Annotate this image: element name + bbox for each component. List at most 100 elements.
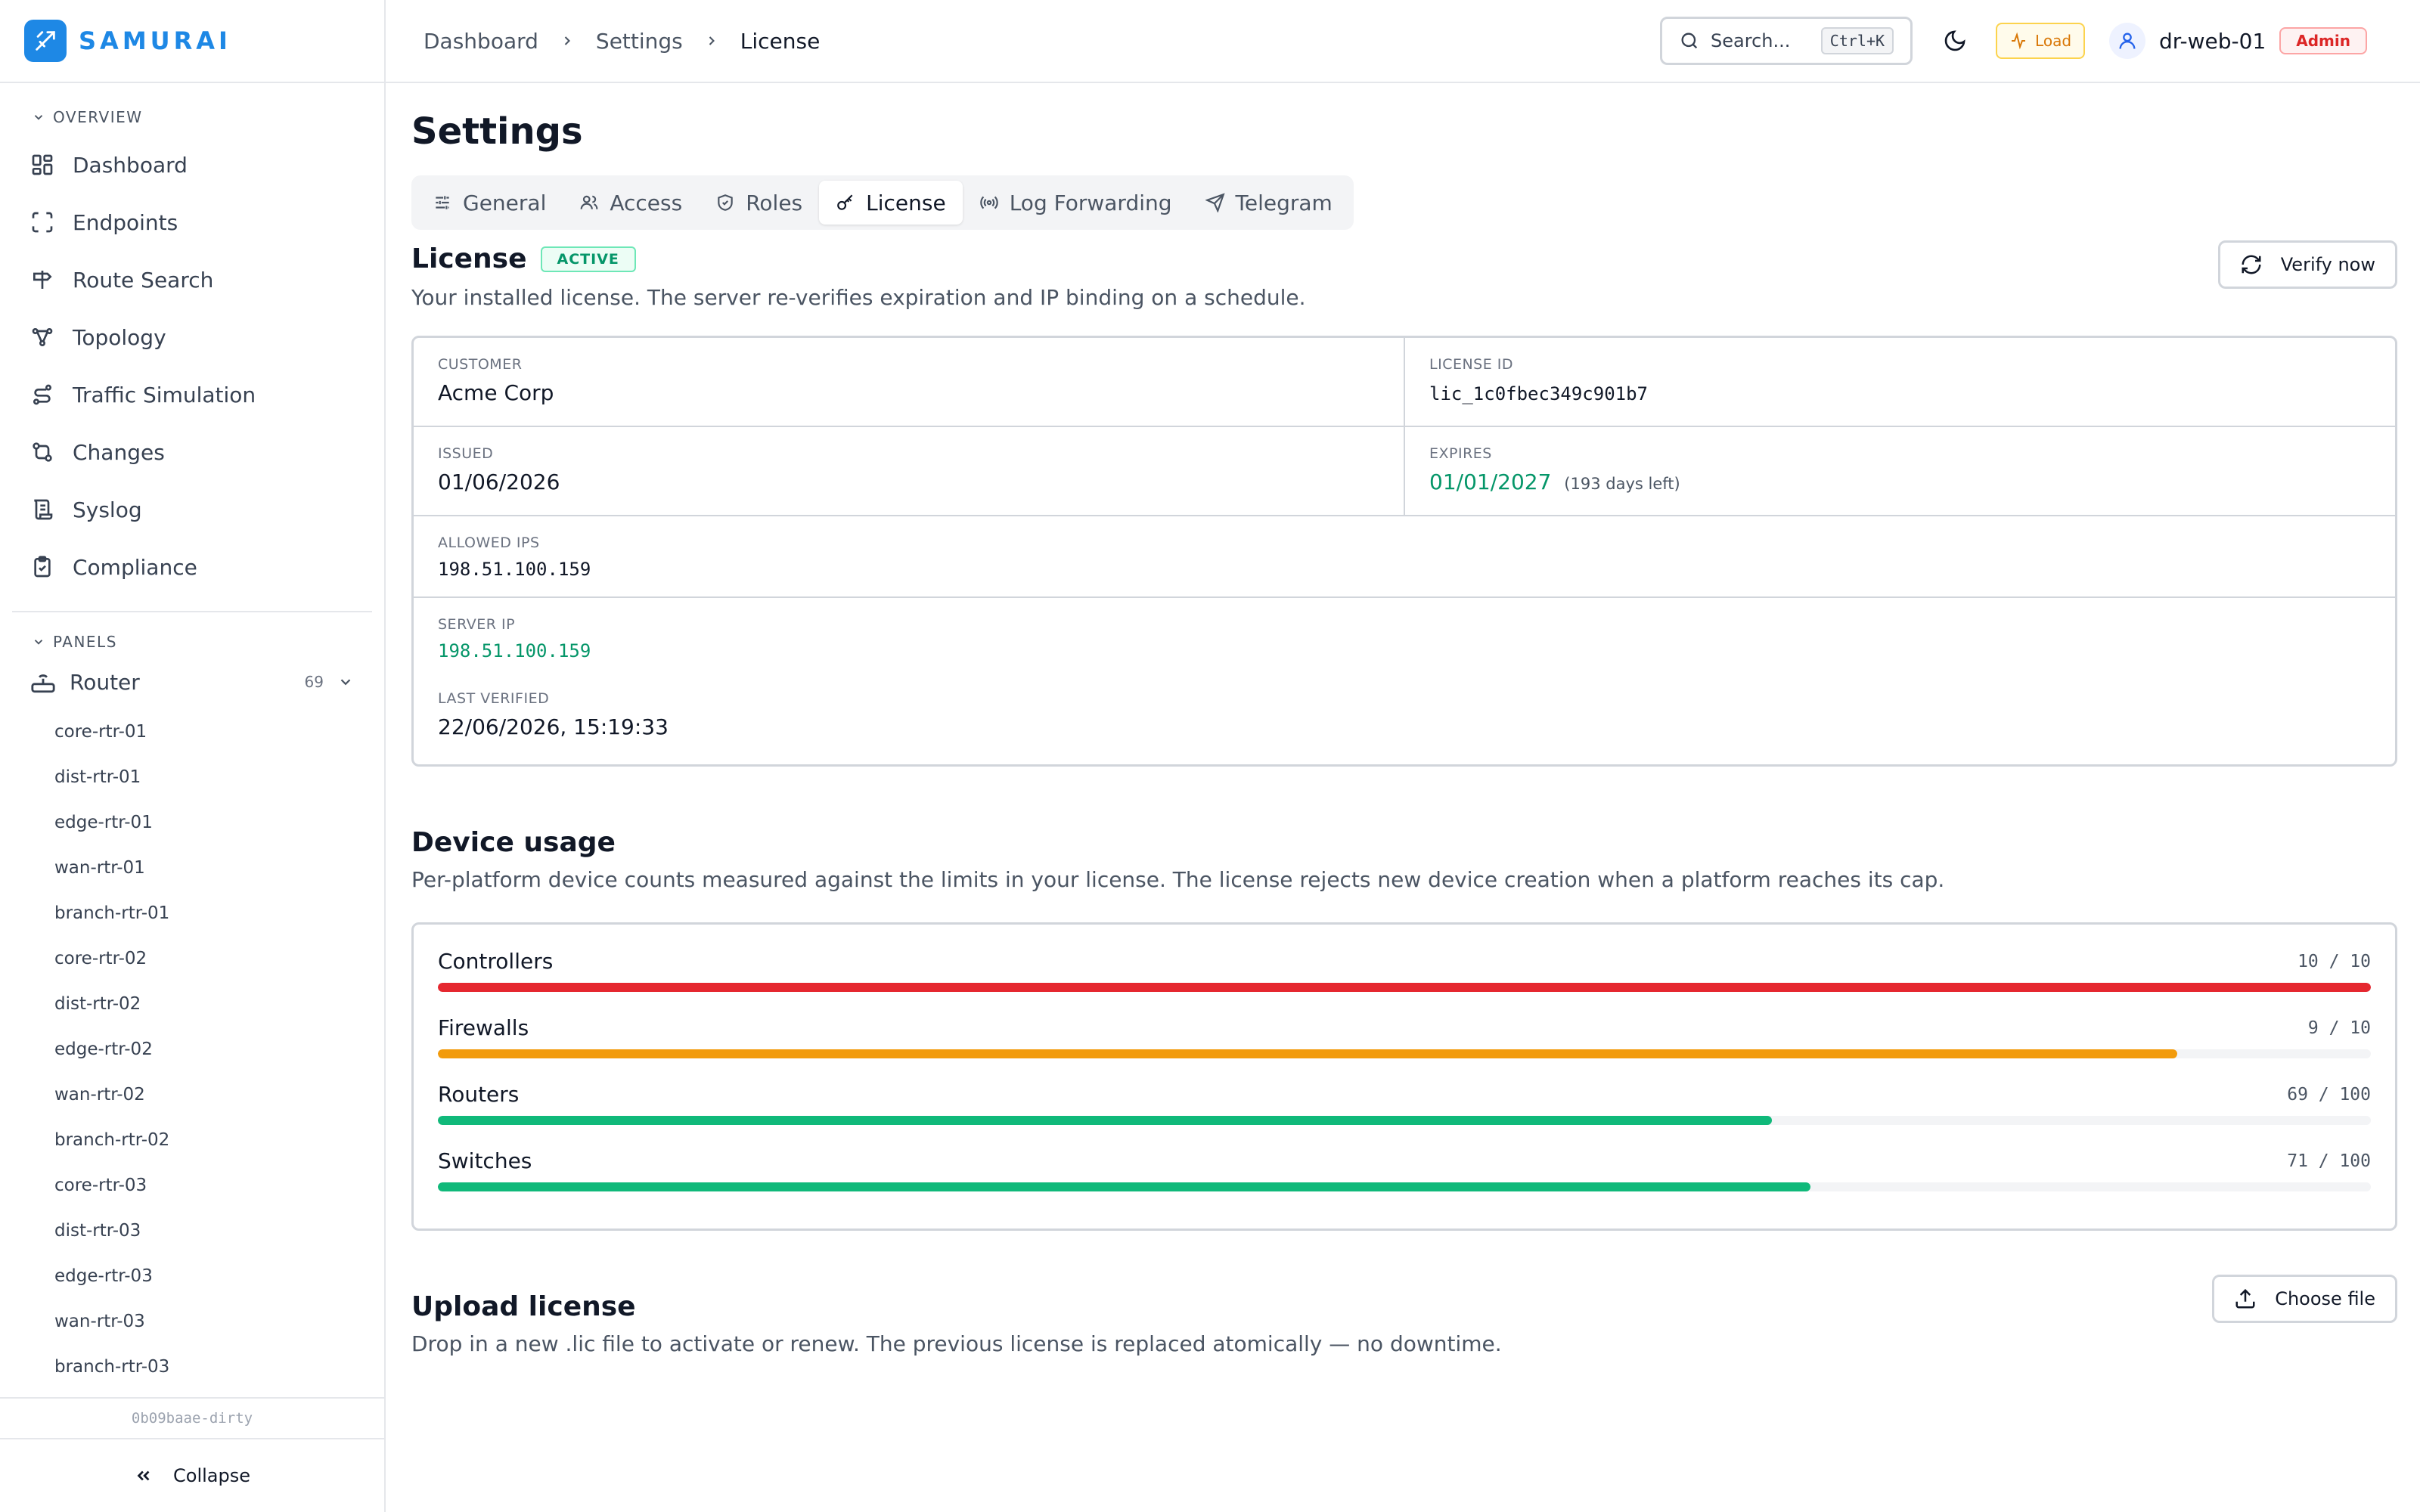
router-item[interactable]: dist-rtr-01 xyxy=(0,754,384,800)
tab-label: License xyxy=(866,190,946,215)
tab-access[interactable]: Access xyxy=(563,181,699,225)
license-row: ALLOWED IPS 198.51.100.159 xyxy=(414,516,2395,598)
allowed-ips-value: 198.51.100.159 xyxy=(438,559,591,580)
usage-item: Routers 69 / 100 xyxy=(438,1082,2371,1148)
sliders-icon xyxy=(436,196,449,209)
chevron-down-icon xyxy=(34,640,43,645)
sidebar-item-endpoints[interactable]: Endpoints xyxy=(0,194,384,251)
overview-title: OVERVIEW xyxy=(53,108,143,126)
customer-label: CUSTOMER xyxy=(438,356,523,373)
sidebar-item-label: Changes xyxy=(73,439,165,465)
sidebar-item-topology[interactable]: Topology xyxy=(0,308,384,366)
search-placeholder: Search... xyxy=(1711,30,1791,51)
breadcrumb-dashboard[interactable]: Dashboard xyxy=(424,29,538,54)
sidebar-item-syslog[interactable]: Syslog xyxy=(0,481,384,538)
shield-icon xyxy=(718,194,733,211)
router-item[interactable]: core-rtr-03 xyxy=(0,1163,384,1208)
tab-label: Access xyxy=(610,190,683,215)
sidebar-panel-router[interactable]: Router 69 xyxy=(0,655,384,709)
router-item[interactable]: core-rtr-01 xyxy=(0,709,384,754)
usage-bar xyxy=(438,983,2371,992)
chevron-right-icon xyxy=(709,36,715,45)
tab-license[interactable]: License xyxy=(819,181,963,225)
sidebar-item-label: Dashboard xyxy=(73,152,188,178)
tab-telegram[interactable]: Telegram xyxy=(1189,181,1349,225)
send-icon xyxy=(1205,193,1225,212)
router-item[interactable]: dist-rtr-02 xyxy=(0,981,384,1027)
moon-icon[interactable] xyxy=(1943,29,1967,53)
settings-tabs: General Access Roles License Log Forward… xyxy=(411,175,1354,230)
sidebar-item-traffic-simulation[interactable]: Traffic Simulation xyxy=(0,366,384,423)
search-input[interactable]: Search... Ctrl+K xyxy=(1660,17,1913,65)
choose-file-button[interactable]: Choose file xyxy=(2212,1275,2397,1323)
scroll-icon xyxy=(34,499,53,520)
sidebar-item-label: Traffic Simulation xyxy=(73,382,256,407)
license-section: License ACTIVE Your installed license. T… xyxy=(411,240,2397,767)
chevron-right-icon xyxy=(564,36,570,45)
sidebar-item-label: Topology xyxy=(73,324,166,350)
usage-bar-fill xyxy=(438,983,2371,992)
usage-name: Controllers xyxy=(438,949,554,974)
license-id-value: lic_1c0fbec349c901b7 xyxy=(1429,383,1648,404)
upload-heading: Upload license xyxy=(411,1291,636,1322)
sidebar-item-compliance[interactable]: Compliance xyxy=(0,538,384,596)
expires-cell: EXPIRES 01/01/2027 (193 days left) xyxy=(1404,427,2395,515)
router-item[interactable]: wan-rtr-02 xyxy=(0,1072,384,1117)
chevron-down-icon[interactable] xyxy=(337,674,354,690)
usage-bar xyxy=(438,1049,2371,1058)
status-badge: ACTIVE xyxy=(540,246,636,272)
panels-section-toggle[interactable]: PANELS xyxy=(0,629,384,655)
collapse-button[interactable]: Collapse xyxy=(0,1439,384,1512)
tab-label: Roles xyxy=(746,190,803,215)
breadcrumb-settings[interactable]: Settings xyxy=(596,29,683,54)
users-icon xyxy=(580,195,598,209)
sidebar-item-dashboard[interactable]: Dashboard xyxy=(0,136,384,194)
router-item[interactable]: dist-rtr-03 xyxy=(0,1208,384,1253)
license-details-card: CUSTOMER Acme Corp LICENSE ID lic_1c0fbe… xyxy=(411,336,2397,767)
upload-license-section: Upload license Drop in a new .lic file t… xyxy=(411,1275,2397,1356)
load-badge[interactable]: Load xyxy=(1996,23,2086,59)
allowed-ips-label: ALLOWED IPS xyxy=(438,534,540,551)
tab-general[interactable]: General xyxy=(416,181,563,225)
router-item[interactable]: branch-rtr-02 xyxy=(0,1117,384,1163)
router-item[interactable]: edge-rtr-01 xyxy=(0,800,384,845)
customer-value: Acme Corp xyxy=(438,380,554,405)
tab-log-forwarding[interactable]: Log Forwarding xyxy=(963,181,1189,225)
brand[interactable]: SAMURAI xyxy=(0,0,384,83)
usage-item: Firewalls 9 / 10 xyxy=(438,1015,2371,1082)
last-verified-value: 22/06/2026, 15:19:33 xyxy=(438,714,669,739)
usage-bar-fill xyxy=(438,1116,1772,1125)
usage-count: 69 / 100 xyxy=(2287,1084,2371,1105)
sidebar-item-route-search[interactable]: Route Search xyxy=(0,251,384,308)
chevron-down-icon xyxy=(34,115,43,120)
page-title: Settings xyxy=(411,110,583,153)
router-item[interactable]: core-rtr-02 xyxy=(0,936,384,981)
sidebar-footer: 0b09baae-dirty Collapse xyxy=(0,1397,384,1512)
issued-label: ISSUED xyxy=(438,445,494,462)
usage-item: Switches 71 / 100 xyxy=(438,1148,2371,1215)
usage-bar xyxy=(438,1116,2371,1125)
tab-roles[interactable]: Roles xyxy=(699,181,819,225)
usage-item: Controllers 10 / 10 xyxy=(438,949,2371,1015)
license-heading: License ACTIVE xyxy=(411,243,1306,274)
device-usage-description: Per-platform device counts measured agai… xyxy=(411,867,1945,892)
sidebar-item-label: Syslog xyxy=(73,497,142,522)
user-menu[interactable]: dr-web-01 Admin xyxy=(2109,23,2367,59)
license-id-label: LICENSE ID xyxy=(1429,356,1514,373)
router-item[interactable]: branch-rtr-03 xyxy=(0,1344,384,1390)
usage-count: 71 / 100 xyxy=(2287,1151,2371,1171)
activity-icon xyxy=(2012,32,2026,50)
sidebar-divider xyxy=(12,611,372,612)
router-panel-count: 69 xyxy=(304,673,324,691)
sidebar-item-changes[interactable]: Changes xyxy=(0,423,384,481)
license-row: CUSTOMER Acme Corp LICENSE ID lic_1c0fbe… xyxy=(414,338,2395,427)
expires-value: 01/01/2027 (193 days left) xyxy=(1429,469,2371,494)
license-heading-text: License xyxy=(411,243,527,274)
overview-section-toggle[interactable]: OVERVIEW xyxy=(0,104,384,130)
router-item[interactable]: edge-rtr-02 xyxy=(0,1027,384,1072)
router-item[interactable]: branch-rtr-01 xyxy=(0,891,384,936)
router-item[interactable]: edge-rtr-03 xyxy=(0,1253,384,1299)
verify-now-button[interactable]: Verify now xyxy=(2217,240,2397,289)
router-item[interactable]: wan-rtr-01 xyxy=(0,845,384,891)
router-item[interactable]: wan-rtr-03 xyxy=(0,1299,384,1344)
